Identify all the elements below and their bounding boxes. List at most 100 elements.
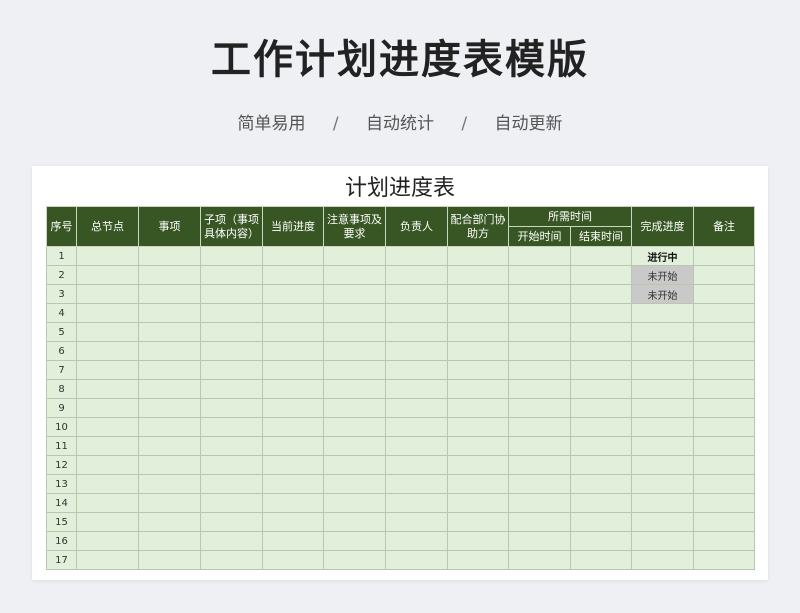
table-cell[interactable] (508, 265, 571, 285)
row-index-cell[interactable]: 2 (46, 265, 77, 285)
table-cell[interactable] (508, 474, 571, 494)
table-cell[interactable] (385, 284, 448, 304)
table-cell[interactable] (385, 512, 448, 532)
table-cell[interactable] (200, 417, 263, 437)
status-cell[interactable] (631, 474, 694, 494)
table-cell[interactable] (693, 398, 755, 418)
table-cell[interactable] (447, 493, 509, 513)
table-cell[interactable] (138, 398, 201, 418)
table-cell[interactable] (447, 303, 509, 323)
table-cell[interactable] (508, 379, 571, 399)
table-cell[interactable] (570, 512, 632, 532)
table-cell[interactable] (447, 550, 509, 570)
table-cell[interactable] (200, 360, 263, 380)
table-cell[interactable] (138, 284, 201, 304)
table-cell[interactable] (323, 265, 386, 285)
table-cell[interactable] (323, 455, 386, 475)
table-cell[interactable] (138, 303, 201, 323)
table-cell[interactable] (693, 265, 755, 285)
table-cell[interactable] (508, 303, 571, 323)
table-cell[interactable] (693, 341, 755, 361)
table-cell[interactable] (76, 360, 139, 380)
table-cell[interactable] (138, 531, 201, 551)
table-cell[interactable] (200, 531, 263, 551)
table-cell[interactable] (262, 284, 324, 304)
table-cell[interactable] (76, 417, 139, 437)
table-cell[interactable] (262, 379, 324, 399)
table-cell[interactable] (200, 246, 263, 266)
status-cell[interactable]: 进行中 (631, 246, 694, 266)
table-cell[interactable] (138, 379, 201, 399)
table-cell[interactable] (138, 265, 201, 285)
table-cell[interactable] (262, 493, 324, 513)
table-cell[interactable] (693, 303, 755, 323)
table-cell[interactable] (200, 284, 263, 304)
table-cell[interactable] (508, 246, 571, 266)
status-cell[interactable] (631, 512, 694, 532)
table-cell[interactable] (447, 417, 509, 437)
row-index-cell[interactable]: 15 (46, 512, 77, 532)
status-cell[interactable] (631, 531, 694, 551)
table-cell[interactable] (508, 398, 571, 418)
header-dept[interactable]: 配合部门协助方 (447, 206, 509, 247)
table-cell[interactable] (693, 474, 755, 494)
table-cell[interactable] (693, 531, 755, 551)
table-cell[interactable] (138, 436, 201, 456)
header-current[interactable]: 当前进度 (262, 206, 324, 247)
table-cell[interactable] (76, 341, 139, 361)
table-cell[interactable] (447, 379, 509, 399)
status-cell[interactable] (631, 398, 694, 418)
table-cell[interactable] (323, 322, 386, 342)
status-cell[interactable] (631, 379, 694, 399)
table-cell[interactable] (200, 455, 263, 475)
header-node[interactable]: 总节点 (76, 206, 139, 247)
header-start[interactable]: 开始时间 (508, 226, 571, 247)
table-cell[interactable] (385, 531, 448, 551)
table-cell[interactable] (385, 265, 448, 285)
table-cell[interactable] (570, 322, 632, 342)
table-cell[interactable] (323, 436, 386, 456)
table-cell[interactable] (693, 360, 755, 380)
table-cell[interactable] (447, 512, 509, 532)
table-cell[interactable] (570, 474, 632, 494)
table-cell[interactable] (200, 550, 263, 570)
table-cell[interactable] (76, 474, 139, 494)
table-cell[interactable] (262, 341, 324, 361)
header-end[interactable]: 结束时间 (570, 226, 632, 247)
row-index-cell[interactable]: 12 (46, 455, 77, 475)
table-cell[interactable] (570, 360, 632, 380)
table-cell[interactable] (200, 303, 263, 323)
table-cell[interactable] (570, 341, 632, 361)
table-cell[interactable] (200, 341, 263, 361)
table-cell[interactable] (385, 493, 448, 513)
table-cell[interactable] (508, 360, 571, 380)
table-cell[interactable] (138, 246, 201, 266)
table-cell[interactable] (200, 398, 263, 418)
table-cell[interactable] (138, 455, 201, 475)
table-cell[interactable] (570, 531, 632, 551)
table-cell[interactable] (385, 474, 448, 494)
table-cell[interactable] (200, 322, 263, 342)
table-cell[interactable] (447, 322, 509, 342)
header-time-group[interactable]: 所需时间 (508, 206, 632, 227)
table-cell[interactable] (76, 455, 139, 475)
table-cell[interactable] (76, 550, 139, 570)
table-cell[interactable] (76, 246, 139, 266)
table-cell[interactable] (570, 455, 632, 475)
table-cell[interactable] (570, 303, 632, 323)
table-cell[interactable] (385, 436, 448, 456)
table-cell[interactable] (138, 417, 201, 437)
table-cell[interactable] (447, 455, 509, 475)
table-cell[interactable] (385, 455, 448, 475)
status-cell[interactable] (631, 455, 694, 475)
header-index[interactable]: 序号 (46, 206, 77, 247)
table-cell[interactable] (76, 322, 139, 342)
status-cell[interactable] (631, 322, 694, 342)
table-cell[interactable] (323, 398, 386, 418)
table-cell[interactable] (76, 379, 139, 399)
table-cell[interactable] (693, 455, 755, 475)
table-cell[interactable] (385, 398, 448, 418)
table-cell[interactable] (262, 265, 324, 285)
table-cell[interactable] (447, 341, 509, 361)
table-cell[interactable] (323, 303, 386, 323)
